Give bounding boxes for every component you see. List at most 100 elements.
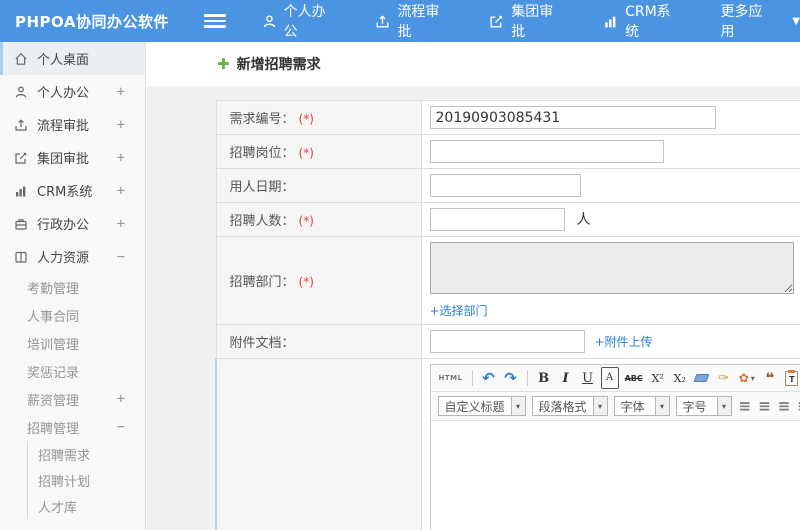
subscript-button[interactable]: X₂ (671, 367, 689, 389)
form-row-attachment: 附件文档： +附件上传 (215, 324, 800, 359)
redo-icon[interactable]: ↷ (502, 367, 520, 389)
font-family-select[interactable]: 字体 ▾ (613, 396, 670, 416)
hire-date-input[interactable] (429, 174, 581, 197)
align-left-button[interactable]: ≡ (739, 397, 752, 415)
align-right-button[interactable]: ≡ (778, 397, 791, 415)
top-nav: 个人办公 流程审批 集团审批 CRM系统 更多应用 ▼ (226, 1, 800, 41)
paste-button[interactable]: T (783, 367, 800, 389)
field-label: 招聘人数： (229, 214, 295, 229)
editor-content-area[interactable] (430, 421, 800, 530)
expand-icon[interactable]: + (117, 150, 125, 166)
chevron-down-icon: ▾ (510, 397, 525, 415)
required-mark: (*) (298, 275, 314, 289)
editor-toolbar-row1: HTML ↶ ↷ B I U A ABC X² X₂ ✑ ✿ ▾ ❝ T (430, 365, 800, 392)
nav-group-approval[interactable]: 集团审批 (489, 1, 567, 41)
field-label: 需求编号： (229, 112, 295, 127)
nav-crm-system[interactable]: CRM系统 (603, 1, 684, 41)
chart-icon (605, 16, 616, 27)
book-icon (15, 251, 27, 263)
briefcase-icon (15, 218, 27, 230)
unit-label: 人 (576, 211, 591, 228)
blockquote-button[interactable]: ❝ (761, 367, 779, 389)
italic-button[interactable]: I (557, 367, 575, 389)
toolbar-divider (526, 370, 528, 386)
eraser-button[interactable] (693, 367, 711, 389)
hamburger-menu-icon[interactable] (203, 11, 226, 31)
user-icon (263, 14, 275, 27)
top-header: PHPOA协同办公软件 个人办公 流程审批 集团审批 CRM系统 更多应用 ▼ (0, 0, 800, 42)
palette-icon: ✿ (738, 371, 749, 385)
undo-icon[interactable]: ↶ (480, 367, 498, 389)
sidebar-item-training[interactable]: 培训管理 (0, 329, 145, 357)
clipboard-icon: T (785, 369, 799, 386)
app-logo: PHPOA协同办公软件 (15, 12, 169, 31)
request-number-input[interactable] (429, 106, 716, 129)
select-department-link[interactable]: +选择部门 (430, 304, 488, 318)
collapse-icon[interactable]: − (117, 249, 125, 265)
rich-text-editor: HTML ↶ ↷ B I U A ABC X² X₂ ✑ ✿ ▾ ❝ T 自定义… (429, 364, 800, 530)
color-palette-button[interactable]: ✿ ▾ (737, 367, 757, 389)
chevron-down-icon: ▾ (750, 373, 755, 383)
sidebar-item-personal-office[interactable]: 个人办公 + (0, 75, 145, 108)
nav-more-apps[interactable]: 更多应用 ▼ (721, 1, 800, 41)
collapse-icon[interactable]: − (117, 419, 125, 435)
home-icon (15, 52, 27, 65)
sidebar-item-recruit-request[interactable]: 招聘需求 (28, 441, 145, 467)
nav-workflow-approval[interactable]: 流程审批 (375, 1, 453, 41)
flow-icon (15, 118, 27, 131)
field-label: 附件文档： (229, 336, 295, 351)
page-title-bar: ✚ 新增招聘需求 (147, 42, 800, 86)
upload-attachment-link[interactable]: +附件上传 (595, 335, 653, 349)
editor-toolbar-row2: 自定义标题▾ 段落格式▾ 字体▾ 字号▾ ≡ ≡ ≡ ≡ (430, 392, 800, 421)
sidebar-item-recruit-plan[interactable]: 招聘计划 (28, 467, 145, 493)
nav-personal-office[interactable]: 个人办公 (262, 1, 340, 41)
expand-icon[interactable]: + (117, 117, 125, 133)
bold-button[interactable]: B (535, 367, 553, 389)
strikethrough-button[interactable]: ABC (623, 367, 645, 389)
sidebar-item-salary[interactable]: 薪资管理 + (0, 385, 145, 413)
format-brush-button[interactable]: ✑ (715, 367, 733, 389)
page-title: 新增招聘需求 (236, 57, 321, 73)
underline-button[interactable]: U (579, 367, 597, 389)
form-row-department: 招聘部门： (*) +选择部门 (215, 236, 800, 325)
add-icon: ✚ (217, 55, 230, 73)
expand-icon[interactable]: + (117, 84, 125, 100)
headcount-input[interactable] (429, 208, 565, 231)
font-style-button[interactable]: A (600, 367, 619, 389)
sidebar-submenu: 招聘需求 招聘计划 人才库 (27, 441, 145, 519)
recruitment-form: 需求编号：(*) 招聘岗位：(*) 用人日期： 招聘人数：(*) 人 招聘部门：… (215, 100, 800, 530)
chart-icon (16, 186, 26, 196)
sidebar-item-talent-pool[interactable]: 人才库 (28, 493, 145, 519)
custom-heading-select[interactable]: 自定义标题 ▾ (437, 396, 526, 416)
sidebar-item-workflow-approval[interactable]: 流程审批 + (0, 108, 145, 141)
form-row-hire-date: 用人日期： (215, 168, 800, 203)
user-icon (15, 86, 27, 97)
chevron-down-icon: ▼ (792, 15, 800, 27)
font-size-select[interactable]: 字号 ▾ (675, 396, 732, 416)
html-source-button[interactable]: HTML (437, 367, 465, 389)
edit-icon (490, 14, 503, 28)
required-mark: (*) (298, 112, 314, 126)
attachment-input[interactable] (429, 330, 585, 353)
expand-icon[interactable]: + (117, 391, 125, 407)
field-label: 招聘部门： (229, 275, 295, 290)
sidebar-item-human-resources[interactable]: 人力资源 − (0, 240, 145, 273)
position-input[interactable] (429, 140, 664, 163)
sidebar-item-group-approval[interactable]: 集团审批 + (0, 141, 145, 174)
department-textarea[interactable] (429, 242, 794, 294)
sidebar-item-rewards[interactable]: 奖惩记录 (0, 357, 145, 385)
sidebar-item-hr-contract[interactable]: 人事合同 (0, 301, 145, 329)
sidebar-item-recruit-mgmt[interactable]: 招聘管理 − (0, 413, 145, 441)
superscript-button[interactable]: X² (649, 367, 667, 389)
form-row-job-requirements: 岗位要求：(*) HTML ↶ ↷ B I U A ABC X² (215, 358, 800, 530)
align-center-button[interactable]: ≡ (758, 397, 771, 415)
expand-icon[interactable]: + (117, 183, 125, 199)
expand-icon[interactable]: + (117, 216, 125, 232)
form-row-position: 招聘岗位： (*) (215, 134, 800, 169)
chevron-down-icon: ▾ (716, 397, 731, 415)
sidebar-item-crm-system[interactable]: CRM系统 + (0, 174, 145, 207)
paragraph-format-select[interactable]: 段落格式 ▾ (531, 396, 608, 416)
sidebar-item-attendance[interactable]: 考勤管理 (0, 273, 145, 301)
sidebar-item-personal-desktop[interactable]: 个人桌面 (0, 42, 145, 75)
sidebar-item-admin-office[interactable]: 行政办公 + (0, 207, 145, 240)
